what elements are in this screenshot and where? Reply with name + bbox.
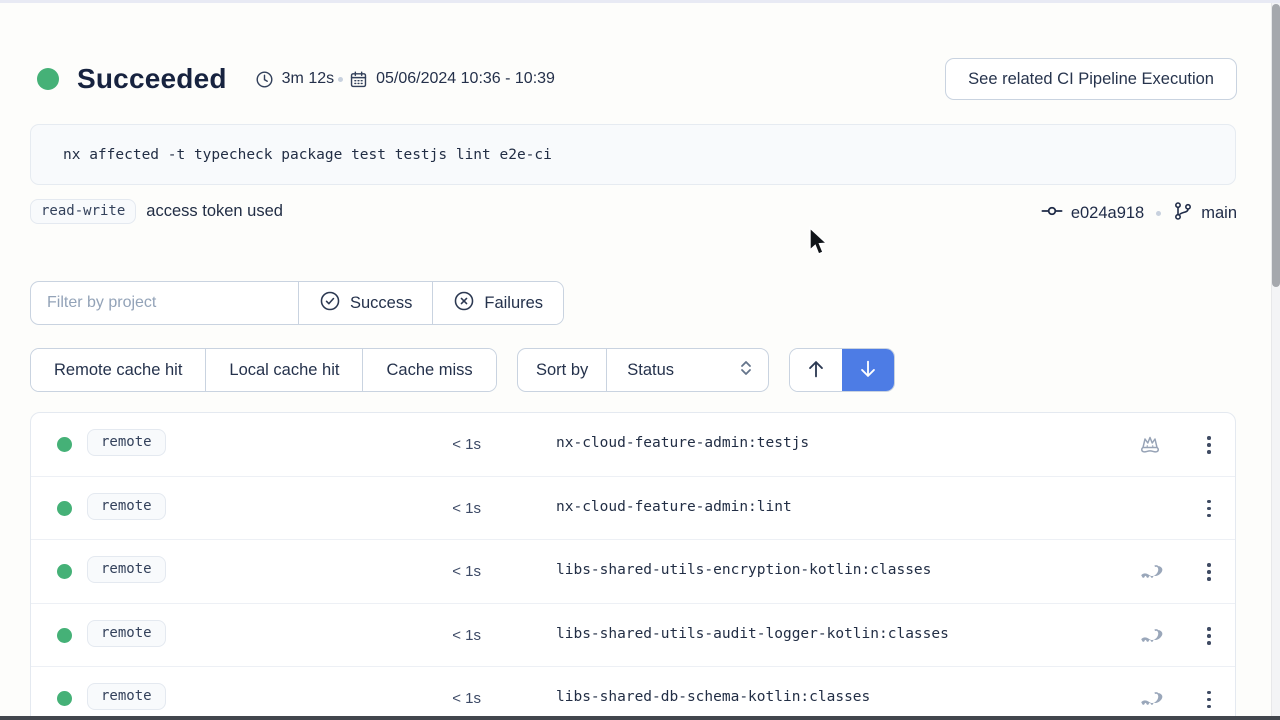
page-top-accent xyxy=(0,0,1280,3)
task-cache-badge: remote xyxy=(87,683,166,710)
tab-cache-miss[interactable]: Cache miss xyxy=(362,349,495,391)
jest-icon xyxy=(1137,433,1163,457)
task-name[interactable]: libs-shared-utils-encryption-kotlin:clas… xyxy=(556,562,931,578)
failures-filter-label: Failures xyxy=(484,294,543,313)
task-cache-badge: remote xyxy=(87,493,166,520)
date-meta: 05/06/2024 10:36 - 10:39 xyxy=(349,70,555,89)
task-duration: < 1s xyxy=(426,500,481,517)
task-name[interactable]: libs-shared-utils-audit-logger-kotlin:cl… xyxy=(556,626,949,642)
mouse-cursor xyxy=(804,226,830,263)
sort-ascending-button[interactable] xyxy=(790,349,842,391)
kebab-menu-icon[interactable] xyxy=(1191,427,1227,463)
task-row[interactable]: remote < 1s nx-cloud-feature-admin:testj… xyxy=(31,413,1235,477)
sort-direction-group xyxy=(789,348,895,392)
status-dot xyxy=(37,68,59,90)
duration-text: 3m 12s xyxy=(282,70,334,88)
command-text: nx affected -t typecheck package test te… xyxy=(63,147,552,163)
vcs-info: e024a918 main xyxy=(1041,200,1237,227)
task-duration: < 1s xyxy=(426,436,481,453)
failures-filter-button[interactable]: Failures xyxy=(432,282,563,324)
window-bottom-edge xyxy=(0,716,1280,720)
task-cache-badge: remote xyxy=(87,429,166,456)
git-commit-icon xyxy=(1041,200,1063,227)
task-row[interactable]: remote < 1s libs-shared-utils-encryption… xyxy=(31,540,1235,604)
task-duration: < 1s xyxy=(426,627,481,644)
page-title: Succeeded xyxy=(77,63,227,95)
tab-remote-cache-hit[interactable]: Remote cache hit xyxy=(31,349,205,391)
task-row[interactable]: remote < 1s libs-shared-utils-audit-logg… xyxy=(31,604,1235,668)
arrow-down-icon xyxy=(857,358,879,383)
task-cache-badge: remote xyxy=(87,620,166,647)
access-token-text: access token used xyxy=(146,202,283,221)
gradle-icon xyxy=(1137,687,1163,711)
kebab-menu-icon[interactable] xyxy=(1191,681,1227,717)
cache-filter-group: Remote cache hit Local cache hit Cache m… xyxy=(30,348,497,392)
project-filter-group: Success Failures xyxy=(30,281,564,325)
task-status-dot xyxy=(57,564,72,579)
commit-sha[interactable]: e024a918 xyxy=(1071,204,1144,223)
kebab-menu-icon[interactable] xyxy=(1191,554,1227,590)
access-token-line: read-write access token used xyxy=(30,199,283,224)
scrollbar-thumb[interactable] xyxy=(1272,4,1280,287)
duration-meta: 3m 12s xyxy=(255,70,334,89)
branch-name[interactable]: main xyxy=(1201,204,1237,223)
arrow-up-icon xyxy=(805,358,827,383)
run-header: Succeeded 3m 12s 05/06/2024 10:36 - 10:3… xyxy=(30,57,1237,101)
task-duration: < 1s xyxy=(426,690,481,707)
success-filter-label: Success xyxy=(350,294,412,313)
task-name[interactable]: nx-cloud-feature-admin:lint xyxy=(556,499,792,515)
task-status-dot xyxy=(57,628,72,643)
check-circle-icon xyxy=(319,290,341,317)
gradle-icon xyxy=(1137,560,1163,584)
task-name[interactable]: nx-cloud-feature-admin:testjs xyxy=(556,435,809,451)
related-pipeline-button[interactable]: See related CI Pipeline Execution xyxy=(945,58,1237,100)
date-range-text: 05/06/2024 10:36 - 10:39 xyxy=(376,70,555,88)
task-status-dot xyxy=(57,691,72,706)
sort-group: Sort by Status xyxy=(517,348,769,392)
sort-by-label: Sort by xyxy=(518,349,606,391)
vcs-separator-dot xyxy=(1156,211,1161,216)
task-list: remote < 1s nx-cloud-feature-admin:testj… xyxy=(30,412,1236,720)
clock-icon xyxy=(255,70,274,89)
meta-separator-dot xyxy=(338,77,343,82)
x-circle-icon xyxy=(453,290,475,317)
task-row[interactable]: remote < 1s libs-shared-db-schema-kotlin… xyxy=(31,667,1235,720)
task-status-dot xyxy=(57,501,72,516)
git-branch-icon xyxy=(1173,201,1193,226)
task-status-dot xyxy=(57,437,72,452)
select-chevrons-icon xyxy=(738,359,754,382)
task-cache-badge: remote xyxy=(87,556,166,583)
success-filter-button[interactable]: Success xyxy=(298,282,432,324)
task-row[interactable]: remote < 1s nx-cloud-feature-admin:lint xyxy=(31,477,1235,541)
access-token-badge: read-write xyxy=(30,199,136,224)
task-duration: < 1s xyxy=(426,563,481,580)
sort-select[interactable]: Status xyxy=(606,349,768,391)
calendar-icon xyxy=(349,70,368,89)
tab-local-cache-hit[interactable]: Local cache hit xyxy=(205,349,362,391)
sort-selected-value: Status xyxy=(627,361,674,380)
project-filter-input[interactable] xyxy=(31,282,298,324)
kebab-menu-icon[interactable] xyxy=(1191,491,1227,527)
sort-descending-button[interactable] xyxy=(842,349,894,391)
gradle-icon xyxy=(1137,624,1163,648)
kebab-menu-icon[interactable] xyxy=(1191,618,1227,654)
command-block: nx affected -t typecheck package test te… xyxy=(30,124,1236,185)
task-name[interactable]: libs-shared-db-schema-kotlin:classes xyxy=(556,689,870,705)
